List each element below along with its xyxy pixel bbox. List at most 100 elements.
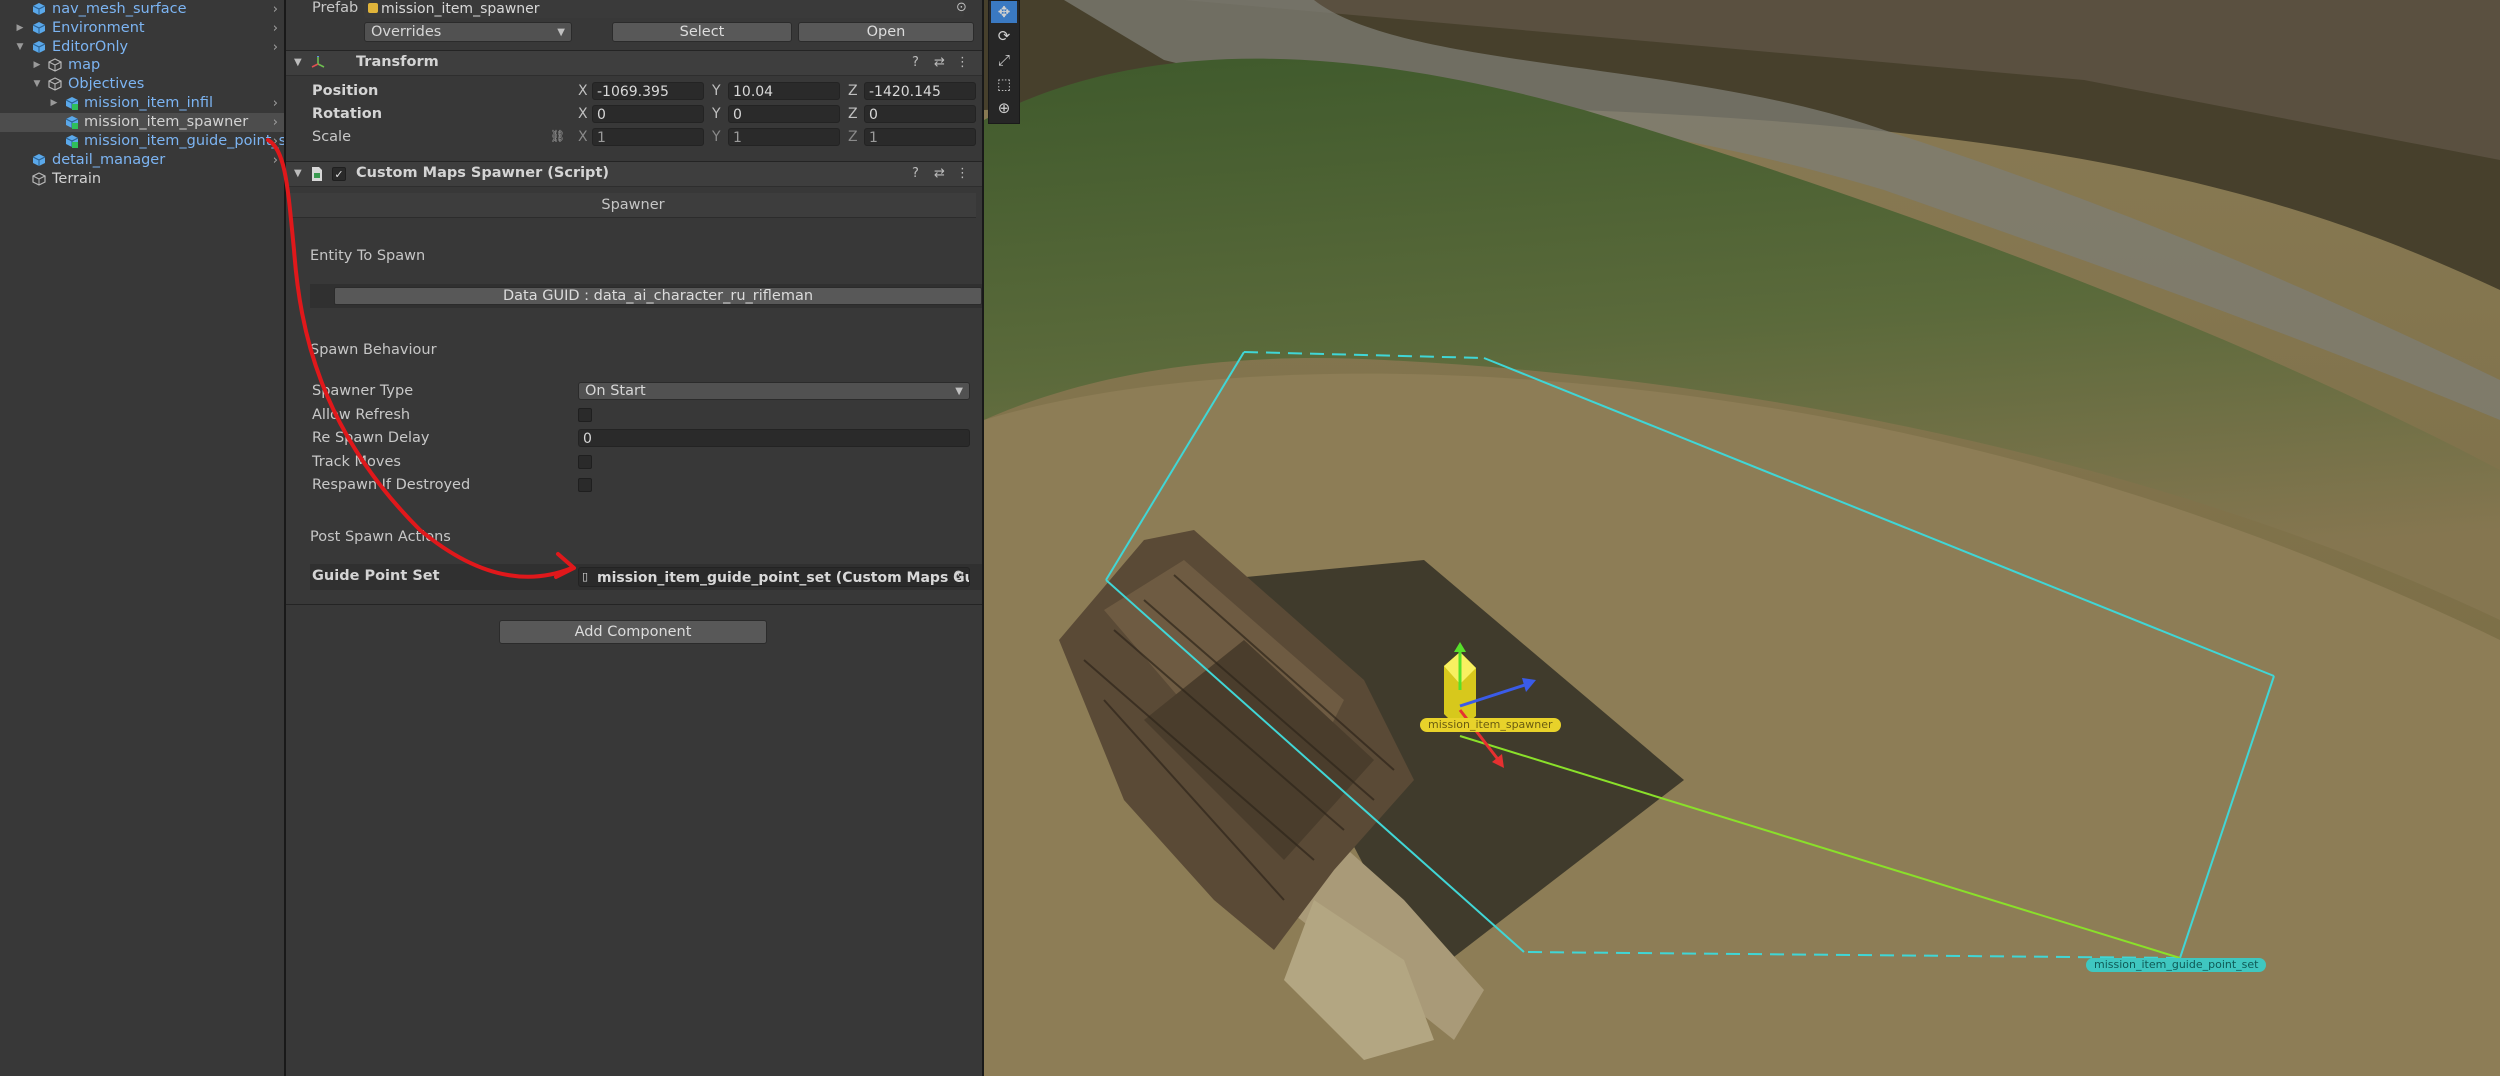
hierarchy-item-detail-manager[interactable]: detail_manager › [0,151,284,170]
hierarchy-item-label: mission_item_spawner [84,114,249,130]
respawn-if-destroyed-checkbox[interactable] [578,478,592,492]
move-tool-icon[interactable]: ✥ [991,1,1017,23]
rotation-x-field[interactable]: 0 [592,105,704,123]
foldout-arrow-icon[interactable]: ▼ [294,57,302,68]
chevron-right-icon[interactable]: › [273,94,278,113]
rotate-tool-icon[interactable]: ⟳ [991,25,1017,47]
expand-arrow-icon[interactable]: ▶ [14,19,26,38]
hierarchy-item-terrain[interactable]: Terrain [0,170,284,189]
prefab-cube-icon [65,96,79,110]
data-guid-button[interactable]: Data GUID : data_ai_character_ru_riflema… [334,287,982,305]
hierarchy-item-map[interactable]: ▶ map [0,56,284,75]
help-icon[interactable]: ? [912,55,919,70]
object-picker-icon[interactable]: ⊙ [956,0,967,15]
more-options-icon[interactable]: ⋮ [956,55,969,70]
spawner-scene-label[interactable]: mission_item_spawner [1420,718,1561,732]
axis-x-label: X [578,83,588,99]
rect-tool-icon[interactable]: ⬚ [991,73,1017,95]
rotation-label: Rotation [312,106,383,122]
chevron-right-icon[interactable]: › [273,38,278,57]
position-x-field[interactable]: -1069.395 [592,82,704,100]
collapse-arrow-icon[interactable]: ▼ [14,38,26,57]
expand-arrow-icon[interactable]: ▶ [48,94,60,113]
transform-title: Transform [356,54,439,70]
chevron-right-icon[interactable]: › [273,19,278,38]
script-title: Custom Maps Spawner (Script) [356,165,609,181]
gameobject-cube-icon [48,58,62,72]
scale-label: Scale [312,129,352,145]
help-icon[interactable]: ? [912,166,919,181]
chevron-right-icon[interactable]: › [273,0,278,19]
hierarchy-item-nav-mesh-surface[interactable]: nav_mesh_surface › [0,0,284,19]
hierarchy-item-label: Environment [52,20,145,36]
hierarchy-item-mission-item-infil[interactable]: ▶ mission_item_infil › [0,94,284,113]
hierarchy-item-label: EditorOnly [52,39,129,55]
axis-x-label: X [578,129,588,145]
inspector-divider [286,604,982,605]
post-spawn-actions-section: Post Spawn Actions [310,529,451,545]
track-moves-label: Track Moves [312,454,401,470]
select-button[interactable]: Select [612,22,792,42]
hierarchy-item-label: Terrain [52,171,102,187]
position-y-field[interactable]: 10.04 [728,82,840,100]
prefab-field[interactable]: mission_item_spawner [364,0,964,18]
component-enabled-checkbox[interactable]: ✓ [332,167,346,181]
foldout-arrow-icon[interactable]: ▼ [294,168,302,179]
add-component-button[interactable]: Add Component [499,620,767,644]
rotation-z-field[interactable]: 0 [864,105,976,123]
more-options-icon[interactable]: ⋮ [956,166,969,181]
scene-view[interactable]: mission_item_spawner mission_item_guide_… [984,0,2500,1076]
guide-point-set-field[interactable]: mission_item_guide_point_set (Custom Map… [578,567,970,587]
constrain-proportions-icon[interactable]: ⛓ [550,129,565,143]
scale-z-field[interactable]: 1 [864,128,976,146]
prefab-cube-icon [32,153,46,167]
open-button[interactable]: Open [798,22,974,42]
preset-icon[interactable]: ⇄ [934,55,945,70]
respawn-delay-field[interactable]: 0 [578,429,970,447]
track-moves-checkbox[interactable] [578,455,592,469]
prefab-cube-icon [32,21,46,35]
position-z-field[interactable]: -1420.145 [864,82,976,100]
prefab-label: Prefab [312,0,359,16]
transform-header[interactable]: ▼ Transform ? ⇄ ⋮ [286,50,982,76]
position-label: Position [312,83,379,99]
hierarchy-item-label: nav_mesh_surface [52,1,187,17]
inspector-panel: Prefab mission_item_spawner ⊙ Overrides … [286,0,984,1076]
guide-point-scene-label[interactable]: mission_item_guide_point_set [2086,958,2267,972]
axis-y-label: Y [712,83,721,99]
hierarchy-item-objectives[interactable]: ▼ Objectives [0,75,284,94]
spawner-type-dropdown[interactable]: On Start ▼ [578,382,970,400]
transform-icon [310,55,326,75]
scale-y-field[interactable]: 1 [728,128,840,146]
transform-tool-icon[interactable]: ⊕ [991,97,1017,119]
hierarchy-item-label: mission_item_guide_point_s [84,133,286,149]
hierarchy-item-label: map [68,57,101,73]
overrides-dropdown[interactable]: Overrides ▼ [364,22,572,42]
chevron-right-icon[interactable]: › [273,132,278,151]
collapse-arrow-icon[interactable]: ▼ [31,75,43,94]
prefab-cube-icon [32,40,46,54]
axis-z-label: Z [848,129,858,145]
prefab-cube-icon [65,134,79,148]
prefab-cube-icon [32,2,46,16]
respawn-if-destroyed-label: Respawn If Destroyed [312,477,471,493]
hierarchy-item-mission-item-guide-point-set[interactable]: mission_item_guide_point_s › [0,132,284,151]
expand-arrow-icon[interactable]: ▶ [31,56,43,75]
spawner-type-value: On Start [585,383,646,399]
spawn-behaviour-section: Spawn Behaviour [310,342,437,358]
custom-maps-spawner-header[interactable]: ▼ ✓ Custom Maps Spawner (Script) ? ⇄ ⋮ [286,161,982,187]
chevron-right-icon[interactable]: › [273,113,278,132]
hierarchy-item-mission-item-spawner[interactable]: mission_item_spawner › [0,113,284,132]
scale-x-field[interactable]: 1 [592,128,704,146]
hierarchy-item-editoronly[interactable]: ▼ EditorOnly › [0,38,284,57]
script-file-icon [310,166,324,186]
scale-tool-icon[interactable]: ⤢ [991,49,1017,71]
respawn-delay-label: Re Spawn Delay [312,430,430,446]
chevron-right-icon[interactable]: › [273,151,278,170]
hierarchy-item-environment[interactable]: ▶ Environment › [0,19,284,38]
allow-refresh-checkbox[interactable] [578,408,592,422]
rotation-y-field[interactable]: 0 [728,105,840,123]
prefab-asset-icon [368,3,378,13]
object-picker-icon[interactable]: ⊙ [953,568,964,583]
preset-icon[interactable]: ⇄ [934,166,945,181]
